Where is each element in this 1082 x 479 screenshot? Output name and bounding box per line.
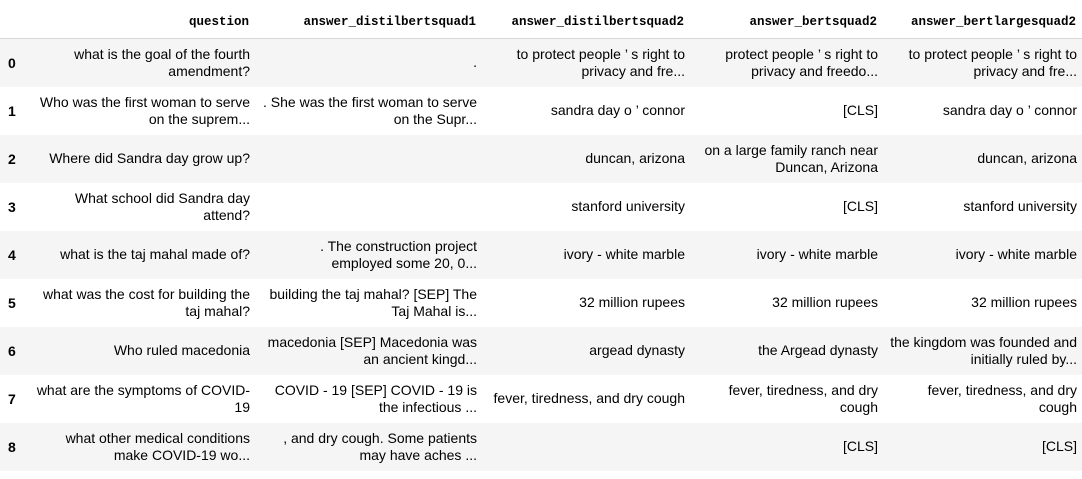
header-row: question answer_distilbertsquad1 answer_… [0,6,1082,39]
table-body: 0 what is the goal of the fourth amendmen… [0,38,1082,471]
table-row: 2 Where did Sandra day grow up? duncan, ar… [0,134,1082,183]
answer-bertsquad2-cell: fever, tiredness, and dry cough [728,381,878,415]
question-cell: what other medical conditions make COVID… [65,429,250,463]
answer-bertsquad2-cell: [CLS] [842,198,878,214]
answer-distilbertsquad2-cell: ivory - white marble [563,246,685,262]
answer-bertlargesquad2-cell: [CLS] [1041,438,1077,454]
table-row: 5 what was the cost for building the taj … [0,279,1082,327]
row-index: 8 [8,438,16,455]
answer-distilbertsquad2-cell: 32 million rupees [579,294,685,310]
row-index: 7 [8,390,16,407]
answer-distilbertsquad1-cell: . [473,54,477,71]
row-index: 2 [8,150,16,167]
answer-distilbertsquad1-cell [255,135,482,183]
answer-bertlargesquad2-cell: stanford university [963,198,1077,214]
answer-bertsquad2-cell: [CLS] [842,102,878,118]
row-index: 3 [8,198,16,215]
table-header: question answer_distilbertsquad1 answer_… [0,6,1082,39]
question-cell: what is the goal of the fourth amendment… [74,45,250,79]
column-header-answer-bertsquad2: answer_bertsquad2 [690,6,883,39]
table-row: 3 What school did Sandra day attend? stanf… [0,183,1082,231]
answer-distilbertsquad2-cell: sandra day o ’ connor [550,102,685,118]
answer-distilbertsquad2-cell: stanford university [571,198,685,214]
row-index: 1 [8,102,16,119]
question-cell: Who was the first woman to serve on the … [39,93,250,127]
table-row: 0 what is the goal of the fourth amendmen… [0,38,1082,87]
row-index: 5 [8,294,16,311]
answer-bertlargesquad2-cell: sandra day o ’ connor [942,102,1077,118]
table-row: 4 what is the taj mahal made of? . The con… [0,230,1082,279]
table-row: 8 what other medical conditions make COVI… [0,422,1082,471]
answer-bertsquad2-cell: on a large family ranch near Duncan, Ari… [704,141,878,175]
answer-bertsquad2-cell: the Argead dynasty [758,342,878,358]
answer-bertlargesquad2-cell: 32 million rupees [971,294,1077,310]
answer-distilbertsquad2-cell: argead dynasty [589,342,685,358]
answer-bertlargesquad2-cell: fever, tiredness, and dry cough [927,381,1077,415]
answer-distilbertsquad2-cell [482,423,690,471]
column-header-answer-distilbertsquad2: answer_distilbertsquad2 [482,6,690,39]
question-cell: What school did Sandra day attend? [74,189,250,223]
answer-distilbertsquad1-cell [255,183,482,231]
answer-bertsquad2-cell: protect people ’ s right to privacy and … [725,45,878,79]
question-cell: what is the taj mahal made of? [60,246,250,262]
answer-bertlargesquad2-cell: ivory - white marble [955,246,1077,262]
column-header-answer-bertlargesquad2: answer_bertlargesquad2 [883,6,1082,39]
table-row: 6 Who ruled macedonia macedonia [SEP] Mace… [0,326,1082,375]
row-index: 0 [8,54,16,71]
answer-distilbertsquad1-cell: macedonia [SEP] Macedonia was an ancient… [267,333,477,367]
answer-distilbertsquad1-cell: COVID - 19 [SEP] COVID - 19 is the infec… [274,381,477,415]
answer-distilbertsquad1-cell: , and dry cough. Some patients may have … [283,429,477,463]
column-header-question: question [28,6,255,39]
question-cell: Where did Sandra day grow up? [49,150,250,166]
question-cell: what was the cost for building the taj m… [42,285,250,319]
index-header [0,6,28,39]
answer-bertlargesquad2-cell: to protect people ’ s right to privacy a… [908,45,1077,79]
answer-distilbertsquad2-cell: duncan, arizona [585,150,685,166]
table-row: 7 what are the symptoms of COVID-19 COVID … [0,375,1082,423]
answer-distilbertsquad1-cell: . The construction project employed some… [320,237,477,271]
dataframe-table: question answer_distilbertsquad1 answer_… [0,6,1082,471]
answer-distilbertsquad2-cell: to protect people ’ s right to privacy a… [516,45,685,79]
answer-distilbertsquad1-cell: building the taj mahal? [SEP] The Taj Ma… [269,285,477,319]
question-cell: Who ruled macedonia [113,342,250,358]
answer-bertsquad2-cell: [CLS] [842,438,878,454]
row-index: 6 [8,342,16,359]
answer-bertlargesquad2-cell: duncan, arizona [977,150,1077,166]
row-index: 4 [8,246,16,263]
question-cell: what are the symptoms of COVID-19 [36,381,250,415]
answer-bertlargesquad2-cell: the kingdom was founded and initially ru… [890,333,1077,367]
table-row: 1 Who was the first woman to serve on the… [0,87,1082,135]
answer-distilbertsquad2-cell: fever, tiredness, and dry cough [493,390,685,406]
column-header-answer-distilbertsquad1: answer_distilbertsquad1 [255,6,482,39]
answer-bertsquad2-cell: 32 million rupees [772,294,878,310]
answer-bertsquad2-cell: ivory - white marble [756,246,878,262]
answer-distilbertsquad1-cell: . She was the first woman to serve on th… [263,93,477,127]
